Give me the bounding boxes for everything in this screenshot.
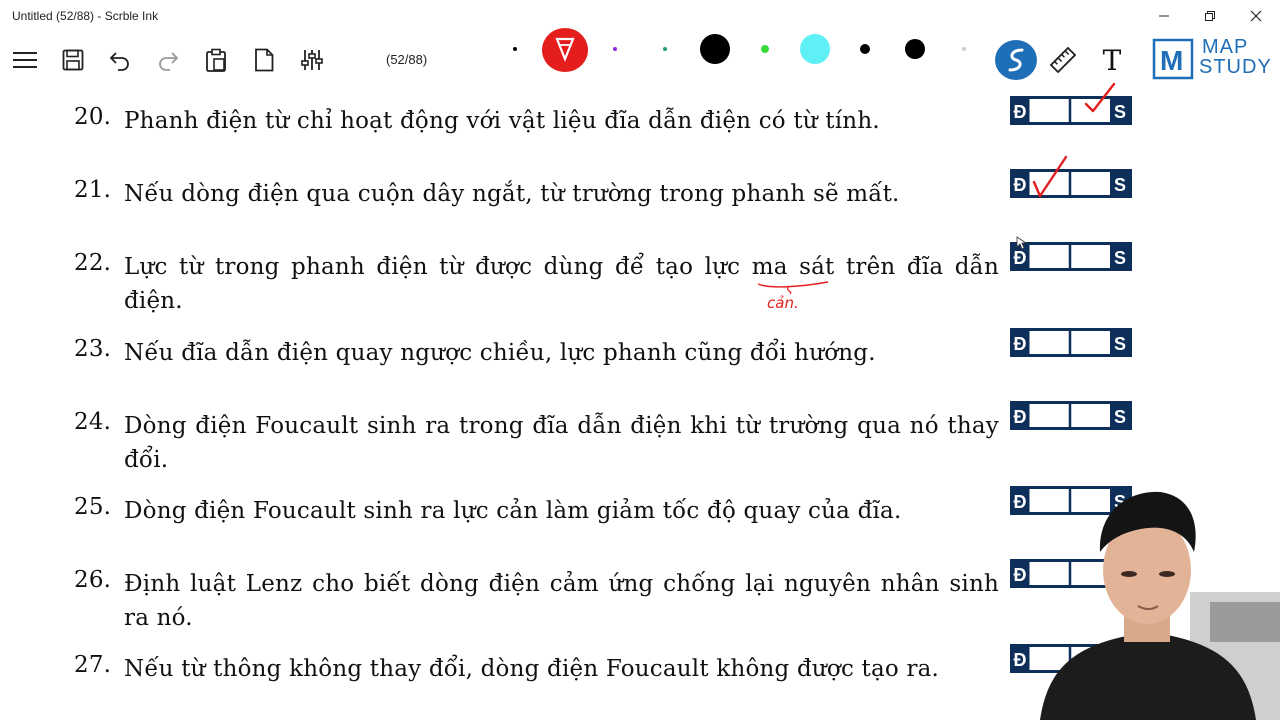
title-bar: Untitled (52/88) - Scrble Ink (0, 0, 1280, 32)
answer-s-label: S (1114, 248, 1126, 268)
pen-dot-gray[interactable] (962, 47, 966, 51)
answer-box-icon: ĐS (1010, 401, 1132, 430)
answer-s-label: S (1114, 407, 1126, 427)
redo-icon (159, 52, 179, 71)
handwritten-note: cản. (767, 294, 799, 312)
restore-button[interactable] (1187, 0, 1233, 32)
pen-dot-black-small[interactable] (513, 47, 517, 51)
undo-button[interactable] (102, 42, 138, 78)
question-number: 21. (74, 177, 112, 203)
answer-d-label: Đ (1014, 248, 1027, 268)
logo-mark: M (1160, 45, 1183, 76)
settings-button[interactable] (294, 42, 330, 78)
save-icon (62, 49, 84, 71)
answer-d-label: Đ (1014, 334, 1027, 354)
question-number: 20. (74, 104, 112, 130)
question-number: 26. (74, 567, 112, 593)
ruler-icon (1050, 47, 1076, 73)
menu-button[interactable] (7, 42, 43, 78)
question-text: Lực từ trong phanh điện từ được dùng để … (124, 254, 999, 314)
window-title: Untitled (52/88) - Scrble Ink (12, 9, 159, 23)
minimize-button[interactable] (1141, 0, 1187, 32)
page-indicator: (52/88) (386, 52, 428, 67)
question-number: 22. (74, 250, 112, 276)
pen-icon (1008, 48, 1024, 72)
pen-dot-black-large-2[interactable] (905, 39, 925, 59)
menu-icon (13, 52, 37, 68)
pen-dot-purple[interactable] (613, 47, 617, 51)
pen-dot-teal[interactable] (663, 47, 667, 51)
answer-box-23[interactable]: ĐS (1010, 328, 1132, 357)
restore-icon (1205, 11, 1215, 21)
question-number: 27. (74, 652, 112, 678)
answer-box-icon: ĐS (1010, 242, 1132, 271)
question-number: 23. (74, 336, 112, 362)
pen-dot-black-large[interactable] (700, 34, 730, 64)
answer-d-label: Đ (1014, 175, 1027, 195)
settings-sliders-icon (301, 50, 323, 70)
text-icon: T (1102, 43, 1122, 77)
pen-dot-green[interactable] (761, 45, 769, 53)
answer-box-icon: ĐS (1010, 328, 1132, 357)
answer-d-label: Đ (1014, 407, 1027, 427)
answer-s-label: S (1114, 334, 1126, 354)
toolbar: (52/88) T (0, 28, 1280, 88)
question-text: Dòng điện Foucault sinh ra lực cản làm g… (124, 498, 902, 524)
clipboard-icon (206, 48, 226, 72)
paste-button[interactable] (198, 42, 234, 78)
undo-icon (109, 52, 129, 71)
answer-box-22[interactable]: ĐS (1010, 242, 1132, 271)
answer-d-label: Đ (1014, 102, 1027, 122)
pen-tool-button[interactable] (995, 40, 1037, 80)
pen-selected-icon (555, 37, 575, 62)
question-text: Nếu đĩa dẫn điện quay ngược chiều, lực p… (124, 340, 876, 366)
text-tool-button[interactable]: T (1094, 42, 1130, 78)
pen-dot-black-medium[interactable] (860, 44, 870, 54)
redo-button[interactable] (150, 42, 186, 78)
minimize-icon (1159, 15, 1169, 17)
ruler-button[interactable] (1045, 42, 1081, 78)
question-number: 25. (74, 494, 112, 520)
question-text: Nếu từ thông không thay đổi, dòng điện F… (124, 656, 940, 682)
question-text: Phanh điện từ chỉ hoạt động với vật liệu… (124, 108, 880, 134)
check-mark-icon (1032, 155, 1068, 198)
cursor-icon (1016, 236, 1026, 250)
close-icon (1250, 10, 1262, 22)
new-page-button[interactable] (246, 42, 282, 78)
question-number: 24. (74, 409, 112, 435)
check-mark-icon (1084, 82, 1116, 113)
pen-dot-cyan[interactable] (800, 34, 830, 64)
close-button[interactable] (1233, 0, 1279, 32)
logo-mark-icon: M (1152, 38, 1194, 80)
answer-s-label: S (1114, 175, 1126, 195)
question-text: Định luật Lenz cho biết dòng điện cảm ứn… (124, 571, 999, 631)
question-text: Dòng điện Foucault sinh ra trong đĩa dẫn… (124, 413, 999, 473)
presenter-webcam (1040, 491, 1280, 720)
mapstudy-logo: M MAP STUDY (1152, 36, 1274, 82)
logo-line2: STUDY (1199, 56, 1272, 78)
save-button[interactable] (55, 42, 91, 78)
selected-red-pen[interactable] (542, 28, 588, 72)
question-text: Nếu dòng điện qua cuộn dây ngắt, từ trườ… (124, 181, 900, 207)
new-page-icon (255, 48, 274, 72)
answer-box-24[interactable]: ĐS (1010, 401, 1132, 430)
